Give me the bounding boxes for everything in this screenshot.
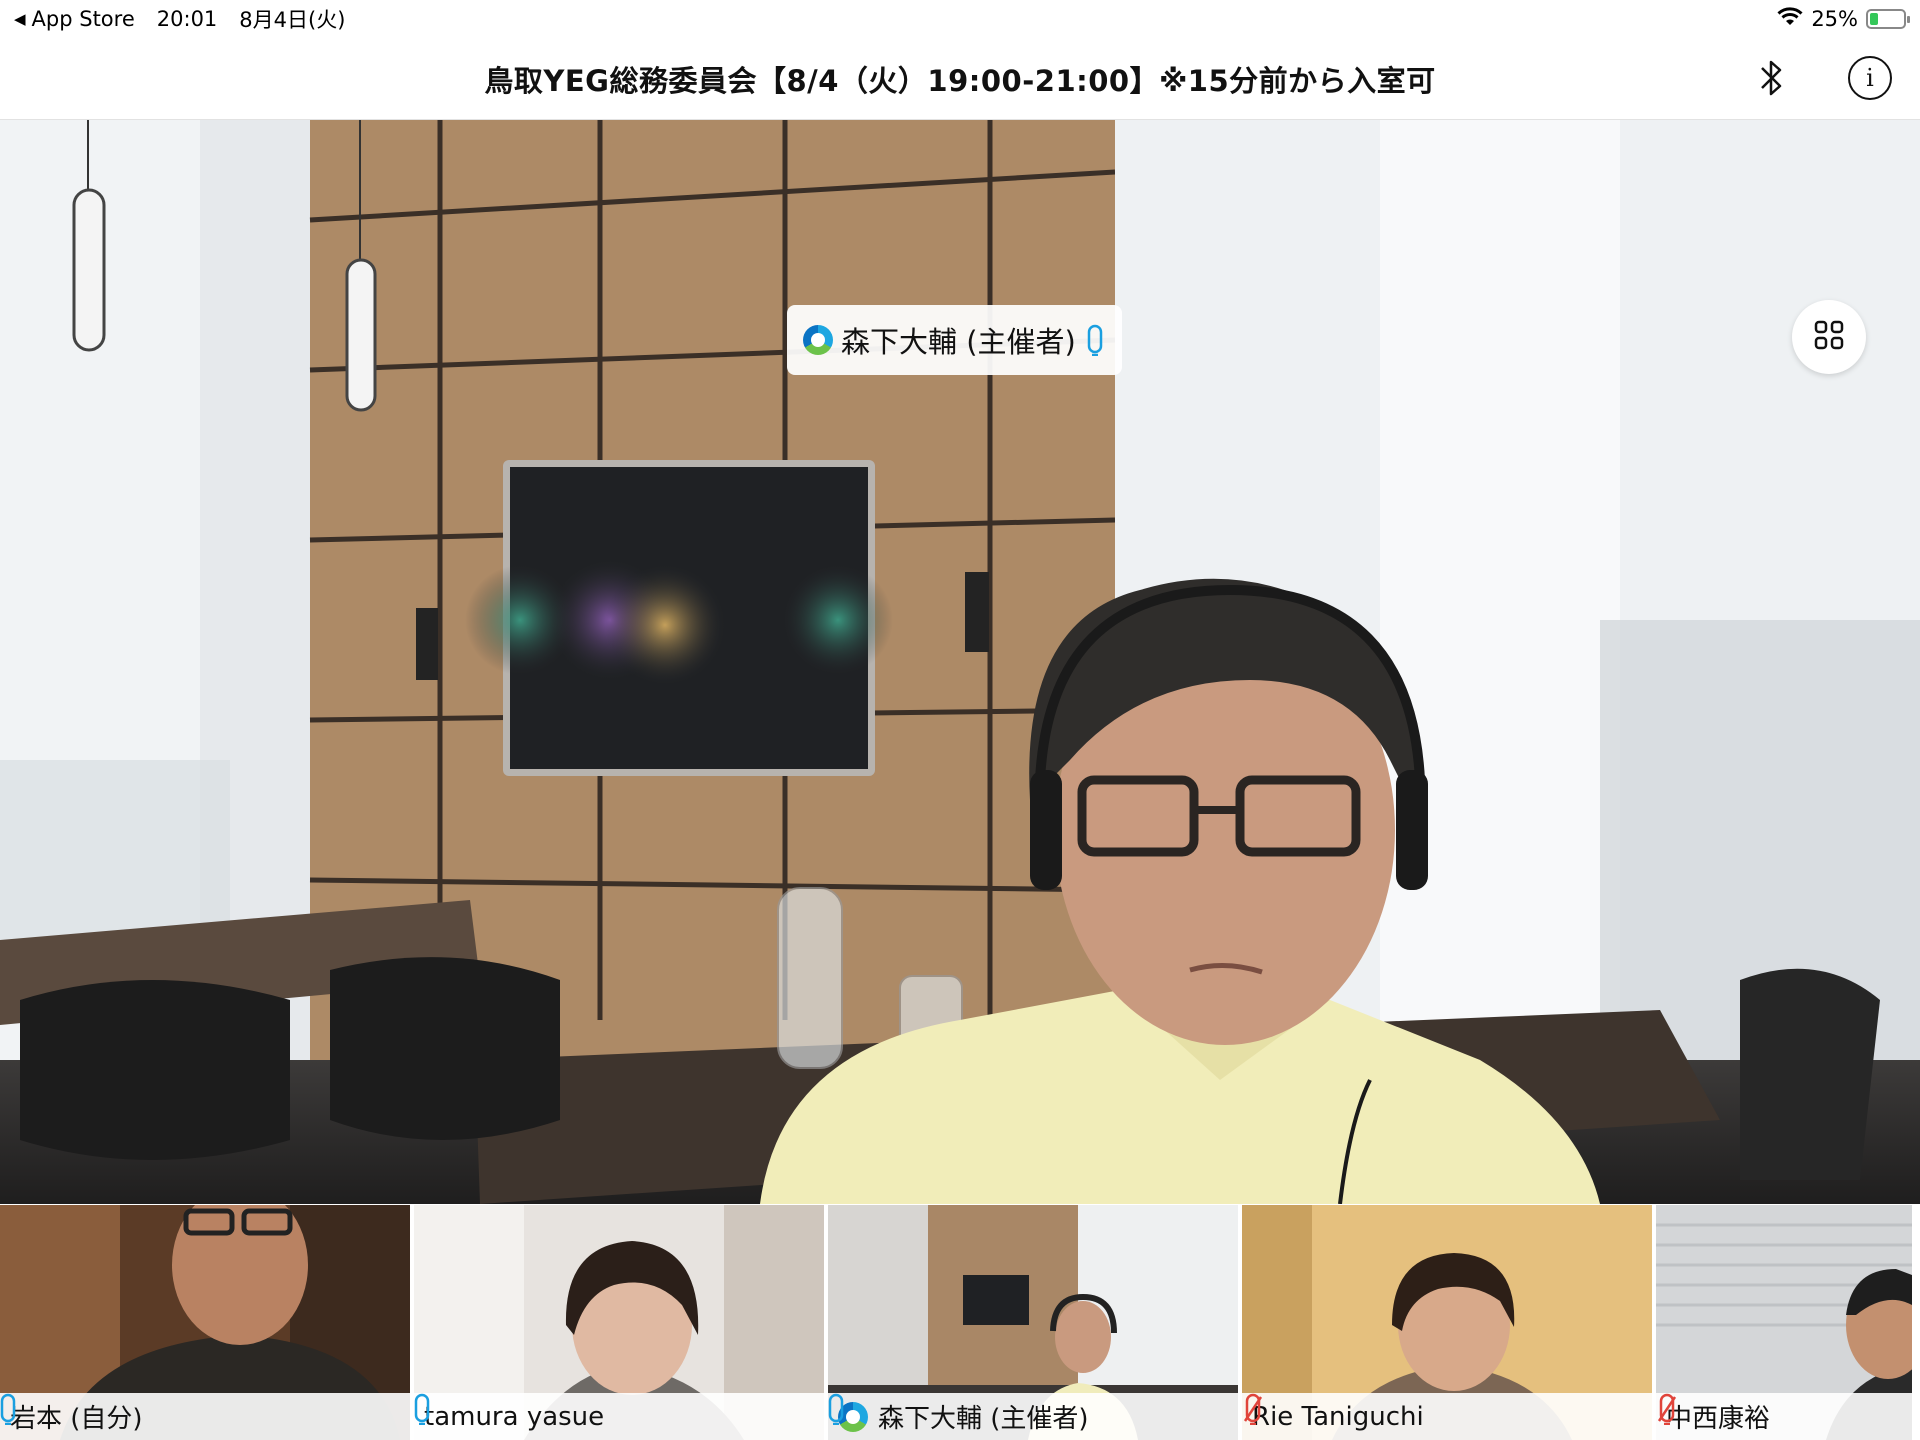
status-bar: ◀ App Store 20:01 8月4日(火) 25% [0, 0, 1920, 38]
participant-name: Rie Taniguchi [1252, 1401, 1424, 1432]
battery-icon [1866, 9, 1910, 29]
participant-name: 岩本 (自分) [10, 1404, 143, 1434]
mic-icon [1084, 323, 1106, 357]
participant-label: 岩本 (自分) [0, 1393, 410, 1440]
back-arrow-icon: ◀ [14, 10, 26, 28]
mic-icon [0, 1393, 175, 1434]
participant-tile[interactable]: tamura yasue [414, 1205, 824, 1440]
back-app-label: App Store [31, 7, 135, 31]
participant-thumbnail-strip: 岩本 (自分) tamura yasue 森下大輔 (主催者) Rie Tani… [0, 1205, 1920, 1440]
participant-tile[interactable]: 中西康裕 [1656, 1205, 1912, 1440]
mic-muted-icon [1243, 1393, 1456, 1434]
participant-tile[interactable]: 岩本 (自分) [0, 1205, 410, 1440]
status-time: 20:01 [156, 7, 218, 31]
meeting-title: 鳥取YEG総務委員会【8/4（火）19:00-21:00】※15分前から入室可 [484, 63, 1436, 98]
active-speaker-label: 森下大輔 (主催者) [787, 305, 1122, 375]
wifi-icon [1777, 6, 1803, 32]
participant-label: 中西康裕 [1656, 1393, 1912, 1440]
participant-label: tamura yasue [414, 1393, 824, 1440]
participant-name: 森下大輔 (主催者) [878, 1404, 1089, 1434]
meeting-title-bar: 鳥取YEG総務委員会【8/4（火）19:00-21:00】※15分前から入室可 … [0, 38, 1920, 120]
active-speaker-name: 森下大輔 (主催者) [841, 325, 1076, 359]
battery-fill [1870, 13, 1878, 25]
participant-label: 森下大輔 (主催者) [828, 1393, 1238, 1440]
participant-name: tamura yasue [424, 1401, 605, 1432]
office-background-image [0, 120, 1920, 1204]
participant-tile[interactable]: 森下大輔 (主催者) [828, 1205, 1238, 1440]
status-date: 8月4日(火) [239, 8, 346, 32]
participant-tile[interactable]: Rie Taniguchi [1242, 1205, 1652, 1440]
participant-name: 中西康裕 [1666, 1404, 1771, 1434]
participant-label: Rie Taniguchi [1242, 1393, 1652, 1440]
info-icon[interactable]: i [1848, 56, 1892, 100]
mic-icon [828, 1393, 1121, 1434]
main-video-view[interactable]: 森下大輔 (主催者) [0, 120, 1920, 1204]
host-badge-icon [803, 325, 833, 355]
grid-view-toggle-button[interactable] [1792, 300, 1866, 374]
bluetooth-icon[interactable] [1752, 54, 1792, 102]
mic-icon [414, 1393, 636, 1434]
battery-percent: 25% [1811, 7, 1858, 31]
mic-muted-icon [1657, 1393, 1802, 1434]
grid-view-icon [1814, 320, 1844, 354]
back-to-app-button[interactable]: ◀ App Store [14, 7, 135, 31]
